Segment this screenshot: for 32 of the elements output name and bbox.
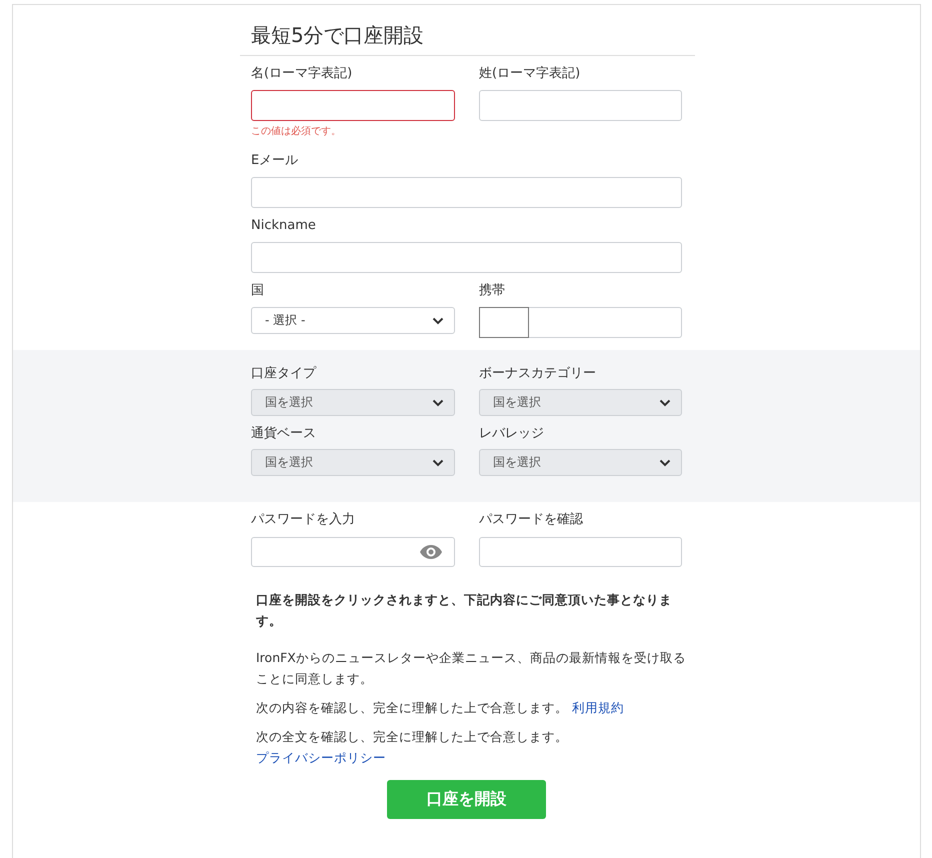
notice-text: 口座を開設をクリックされますと、下記内容にご同意頂いた事となります。	[256, 591, 673, 630]
field-label: Eメール	[251, 152, 300, 170]
field-label: 国	[251, 282, 265, 300]
field-label: 姓(ローマ字表記)	[479, 65, 582, 83]
password-field[interactable]	[251, 537, 455, 567]
chevron-icon	[432, 398, 444, 406]
field-label: ボーナスカテゴリー	[479, 365, 597, 383]
country-select[interactable]: - 選択 -	[251, 307, 455, 334]
consent-link[interactable]: 利用規約	[572, 697, 624, 718]
consent-text: 次の内容を確認し、完全に理解した上で合意します。	[256, 699, 568, 717]
field-label: 通貨ベース	[251, 425, 317, 443]
field-label: レバレッジ	[479, 425, 545, 443]
password-field[interactable]	[479, 537, 682, 567]
eye-icon[interactable]	[420, 545, 442, 559]
chevron-icon	[659, 398, 671, 406]
field-label: 名(ローマ字表記)	[251, 65, 354, 83]
field-label: Nickname	[251, 217, 317, 235]
phone-field[interactable]	[529, 307, 682, 338]
consent-text: 次の全文を確認し、完全に理解した上で合意します。	[256, 728, 568, 746]
input-field[interactable]	[251, 90, 455, 121]
consent-text: IronFXからのニュースレターや企業ニュース、商品の最新情報を受け取ることに同意します。	[256, 649, 686, 688]
consent-link[interactable]: プライバシーポリシー	[256, 747, 386, 768]
country-code-field[interactable]	[479, 307, 529, 338]
field-label: パスワードを確認	[479, 511, 584, 529]
chevron-icon	[659, 458, 671, 466]
field-label: 携帯	[479, 282, 506, 300]
field-label: 口座タイプ	[251, 365, 318, 383]
form-title: 最短5分で口座開設	[251, 22, 425, 49]
chevron-icon	[432, 316, 444, 324]
error-message: この値は必須です。	[251, 125, 342, 139]
field-label: パスワードを入力	[251, 511, 356, 529]
chevron-icon	[432, 458, 444, 466]
